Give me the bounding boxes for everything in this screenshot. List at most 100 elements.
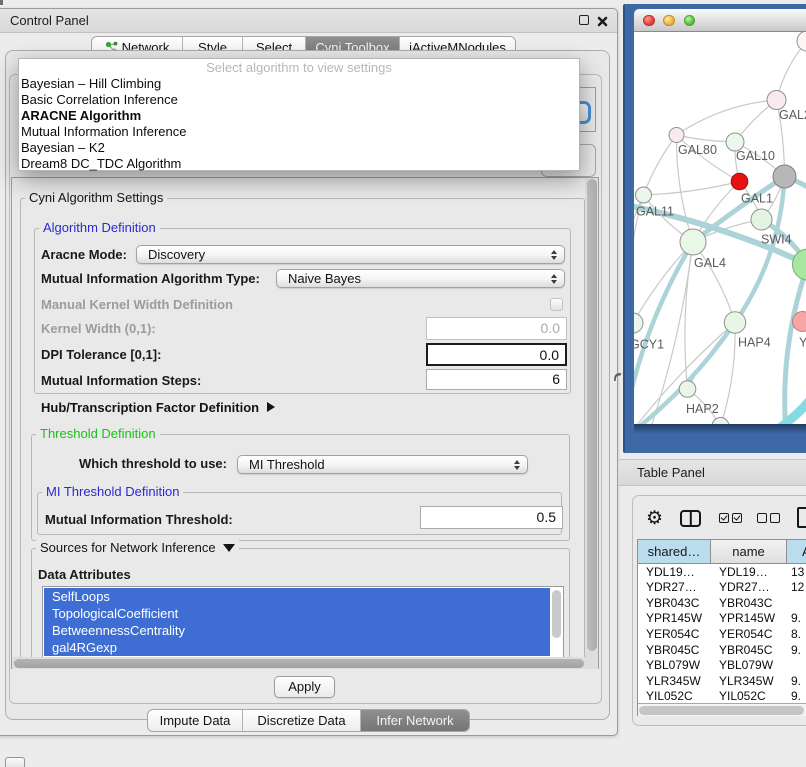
node-gal2[interactable] bbox=[767, 90, 786, 109]
mi-threshold-label: Mutual Information Threshold: bbox=[45, 512, 233, 527]
cell: 9. bbox=[787, 674, 806, 690]
node-gray[interactable] bbox=[773, 165, 796, 188]
table-row-4[interactable]: YER054CYER054C8. bbox=[638, 627, 806, 643]
dropdown-item-mutual-information-inference[interactable]: Mutual Information Inference bbox=[19, 124, 579, 140]
minimize-traffic-light[interactable] bbox=[663, 15, 675, 27]
edge-vC1-vC2[interactable] bbox=[772, 390, 806, 424]
document-icon[interactable] bbox=[797, 507, 806, 528]
table-hscroll-thumb[interactable] bbox=[639, 706, 804, 715]
select-all-columns-icon[interactable] bbox=[719, 513, 742, 523]
network-window-titlebar[interactable] bbox=[634, 9, 806, 32]
field-4[interactable]: 0.0 bbox=[426, 343, 567, 366]
table-horizontal-scrollbar[interactable] bbox=[638, 703, 806, 716]
setting-label-1: Mutual Information Algorithm Type: bbox=[41, 271, 260, 286]
node-gal80[interactable] bbox=[669, 127, 684, 142]
setting-label-0: Aracne Mode: bbox=[41, 247, 127, 262]
which-threshold-combobox[interactable]: MI Threshold bbox=[237, 455, 528, 474]
cell: YBL079W bbox=[638, 658, 711, 674]
gear-icon[interactable]: ⚙ bbox=[646, 509, 663, 528]
attribute-item-topologicalcoefficient[interactable]: TopologicalCoefficient bbox=[44, 605, 550, 622]
node-gal1[interactable] bbox=[731, 173, 748, 190]
apply-button[interactable]: Apply bbox=[274, 676, 335, 698]
minimized-window-icon[interactable] bbox=[5, 757, 25, 767]
node-swi4[interactable] bbox=[751, 209, 772, 230]
edge-gal1-gal11[interactable] bbox=[644, 181, 740, 195]
settings-vertical-scrollbar[interactable] bbox=[585, 178, 598, 668]
network-canvas[interactable]: GAL2GAL80GAL10GAL1GAL11SWI4GAL4GCY1HAP4Y… bbox=[634, 32, 806, 424]
tab-infer-network[interactable]: Infer Network bbox=[360, 710, 469, 731]
cell: 13 bbox=[787, 565, 806, 581]
column-header-shared…[interactable]: shared… bbox=[638, 540, 711, 563]
dropdown-item-bayesian-hill-climbing[interactable]: Bayesian – Hill Climbing bbox=[19, 76, 579, 92]
node-table: shared…nameAv YDL19…YDL19…13YDR27…YDR27…… bbox=[637, 539, 806, 716]
expanded-arrow-icon bbox=[223, 544, 235, 552]
split-view-icon[interactable] bbox=[680, 510, 701, 527]
close-icon[interactable] bbox=[597, 16, 608, 27]
cell: 8. bbox=[787, 627, 806, 643]
settings-content: Cyni Algorithm Settings Algorithm Defini… bbox=[12, 178, 584, 669]
zoom-traffic-light[interactable] bbox=[684, 15, 696, 27]
combo-0[interactable]: Discovery bbox=[136, 245, 565, 264]
node-gal4[interactable] bbox=[680, 229, 706, 255]
attributes-list-scrollbar[interactable] bbox=[552, 590, 561, 638]
data-attributes-list[interactable]: SelfLoopsTopologicalCoefficientBetweenne… bbox=[42, 586, 564, 668]
unselect-all-columns-icon[interactable] bbox=[757, 513, 780, 523]
attribute-item-selfloops[interactable]: SelfLoops bbox=[44, 588, 550, 605]
edge-gal4-hap2[interactable] bbox=[685, 242, 693, 389]
cell: YBR043C bbox=[711, 596, 787, 612]
node-gal11[interactable] bbox=[636, 187, 652, 203]
table-row-1[interactable]: YDR27…YDR27…12 bbox=[638, 580, 806, 596]
combo-value: Discovery bbox=[148, 246, 205, 264]
node-gcy1[interactable] bbox=[634, 313, 643, 333]
sources-toggle[interactable]: Sources for Network Inference bbox=[36, 540, 239, 556]
node-label-gal11: GAL11 bbox=[636, 204, 674, 218]
table-row-0[interactable]: YDL19…YDL19…13 bbox=[638, 565, 806, 581]
tab-discretize-data[interactable]: Discretize Data bbox=[242, 710, 360, 731]
close-traffic-light[interactable] bbox=[643, 15, 655, 27]
float-window-icon[interactable] bbox=[579, 15, 589, 25]
table-row-6[interactable]: YBL079WYBL079W bbox=[638, 658, 806, 674]
node-hap2[interactable] bbox=[679, 380, 696, 397]
dropdown-item-bayesian-k2[interactable]: Bayesian – K2 bbox=[19, 140, 579, 156]
column-header-name[interactable]: name bbox=[711, 540, 787, 563]
edge-gal80-gal2[interactable] bbox=[677, 100, 777, 135]
column-header-Av[interactable]: Av bbox=[787, 540, 806, 563]
group-algorithm-definition: Algorithm Definition Aracne Mode:Discove… bbox=[34, 228, 571, 394]
cell: YBR045C bbox=[711, 643, 787, 659]
combo-1[interactable]: Naive Bayes bbox=[276, 269, 565, 288]
cell: YLR345W bbox=[638, 674, 711, 690]
table-panel-container: ⚙ shared…nameAv YDL19…YDL19…13YDR27…YDR2… bbox=[632, 495, 806, 726]
hub-factor-definition-toggle[interactable]: Hub/Transcription Factor Definition bbox=[41, 399, 275, 415]
node-label-gal10: GAL10 bbox=[736, 149, 775, 163]
horizontal-scrollbar-thumb[interactable] bbox=[14, 659, 584, 668]
node-hap4[interactable] bbox=[724, 311, 745, 332]
cell: YDR27… bbox=[638, 580, 711, 596]
vertical-scrollbar-thumb[interactable] bbox=[587, 179, 597, 651]
combo-arrows-icon bbox=[514, 460, 520, 470]
table-panel-titlebar[interactable]: Table Panel bbox=[619, 459, 806, 486]
node-big-green[interactable] bbox=[793, 249, 806, 280]
field-5[interactable]: 6 bbox=[426, 369, 567, 390]
manual-kernel-width-checkbox[interactable] bbox=[550, 298, 563, 311]
node-label-salmon: Y bbox=[799, 335, 806, 349]
table-row-3[interactable]: YPR145WYPR145W9. bbox=[638, 611, 806, 627]
edge-gal4-hap4[interactable] bbox=[693, 242, 735, 323]
control-panel-titlebar[interactable]: Control Panel bbox=[0, 9, 617, 33]
cell: 9. bbox=[787, 643, 806, 659]
tab-impute-data[interactable]: Impute Data bbox=[148, 710, 242, 731]
settings-horizontal-scrollbar[interactable] bbox=[12, 657, 598, 669]
dropdown-item-aracne-algorithm[interactable]: ARACNE Algorithm bbox=[19, 108, 579, 124]
mi-threshold-field[interactable]: 0.5 bbox=[420, 506, 563, 529]
group-title-mi-threshold: MI Threshold Definition bbox=[42, 484, 183, 500]
edge-gal80-gal11[interactable] bbox=[644, 135, 677, 195]
attribute-item-betweennesscentrality[interactable]: BetweennessCentrality bbox=[44, 622, 550, 639]
dropdown-item-dream8-dc-tdc-algorithm[interactable]: Dream8 DC_TDC Algorithm bbox=[19, 156, 579, 172]
node-top-right[interactable] bbox=[797, 32, 806, 51]
field-3[interactable]: 0.0 bbox=[426, 317, 567, 340]
dropdown-item-basic-correlation-inference[interactable]: Basic Correlation Inference bbox=[19, 92, 579, 108]
group-mi-threshold-definition: MI Threshold Definition Mutual Informati… bbox=[37, 492, 562, 535]
table-row-7[interactable]: YLR345WYLR345W9. bbox=[638, 674, 806, 690]
table-row-5[interactable]: YBR045CYBR045C9. bbox=[638, 643, 806, 659]
table-row-2[interactable]: YBR043CYBR043C bbox=[638, 596, 806, 612]
attribute-item-gal4rgexp[interactable]: gal4RGexp bbox=[44, 639, 550, 656]
